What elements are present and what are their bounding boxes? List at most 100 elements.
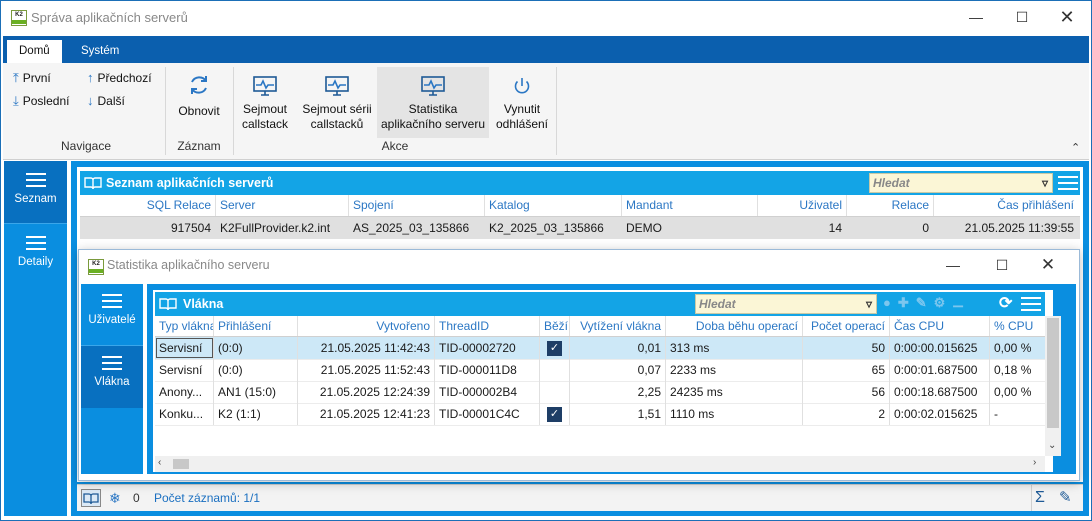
col-spojeni[interactable]: Spojení — [349, 195, 485, 216]
group-separator — [556, 67, 557, 155]
cell-vytizeni: 2,25 — [570, 381, 666, 403]
cell-cas: 0:00:18.687500 — [890, 381, 990, 403]
vertical-scroll-thumb[interactable] — [1047, 318, 1059, 428]
scroll-down-icon[interactable]: ⌄ — [1048, 440, 1056, 451]
dialog-maximize-button[interactable]: ☐ — [979, 250, 1025, 280]
callstack-series-button[interactable]: Sejmout sérii callstacků — [297, 75, 377, 132]
col-prihlaseni[interactable]: Přihlášení — [214, 316, 298, 336]
col-pct-cpu[interactable]: % CPU — [990, 316, 1045, 336]
group-separator — [165, 67, 166, 155]
nav-item-uzivatele[interactable]: Uživatelé — [81, 284, 143, 344]
cell-doba: 1110 ms — [666, 403, 803, 425]
threads-search-input[interactable]: Hledat ▿ — [695, 294, 877, 314]
last-label: Poslední — [22, 94, 70, 108]
col-pocet[interactable]: Počet operací — [803, 316, 890, 336]
threads-panel-header: Vlákna Hledat ▿ ●✚✎⚙⚊ ⟳ — [155, 292, 1045, 316]
table-row[interactable]: Anony... AN1 (15:0) 21.05.2025 12:24:39 TID… — [155, 381, 1045, 404]
table-row[interactable]: Konku... K2 (1:1) 21.05.2025 12:41:23 TID-0… — [155, 403, 1045, 426]
cell-sql-relace: 917504 — [80, 217, 216, 239]
tab-system[interactable]: Systém — [69, 40, 131, 63]
col-typ-vlakna[interactable]: Typ vlákna — [155, 316, 214, 336]
cell-bezi[interactable] — [540, 359, 570, 381]
cell-pocet: 50 — [803, 337, 890, 359]
threads-list-icon — [102, 356, 122, 370]
statistics-dialog: K2 Statistika aplikačního serveru — ☐ ✕ … — [78, 249, 1080, 481]
sum-icon[interactable]: Σ — [1035, 485, 1045, 511]
col-relace[interactable]: Relace — [847, 195, 934, 216]
dialog-minimize-button[interactable]: — — [930, 250, 976, 280]
cell-doba: 2233 ms — [666, 359, 803, 381]
cell-bezi[interactable]: ✓ — [540, 337, 570, 359]
col-bezi[interactable]: Běží — [540, 316, 570, 336]
record-count: Počet záznamů: 1/1 — [154, 491, 261, 505]
dialog-title: Statistika aplikačního serveru — [107, 258, 270, 272]
col-doba[interactable]: Doba běhu operací — [666, 316, 803, 336]
cell-vytizeni: 1,51 — [570, 403, 666, 425]
monitor-pulse-icon — [253, 76, 277, 96]
snowflake-icon[interactable]: ❄ — [109, 485, 121, 511]
nav-item-vlakna[interactable]: Vlákna — [81, 345, 143, 408]
nav-item-seznam-label: Seznam — [14, 193, 57, 205]
cell-typ: Servisní — [155, 337, 214, 359]
cell-bezi[interactable]: ✓ — [540, 403, 570, 425]
table-row[interactable]: Servisní (0:0) 21.05.2025 11:52:43 TID-0000… — [155, 359, 1045, 382]
nav-item-detaily[interactable]: Detaily — [4, 223, 67, 286]
callstack-button[interactable]: Sejmout callstack — [237, 75, 293, 132]
cell-cas-prihlaseni: 21.05.2025 11:39:55 — [964, 221, 1074, 235]
details-icon — [25, 236, 46, 250]
book-icon[interactable] — [81, 489, 101, 507]
col-cas-prihlaseni[interactable]: Čas přihlášení — [934, 195, 1078, 216]
threads-panel-title: Vlákna — [183, 297, 224, 311]
col-sql-relace[interactable]: SQL Relace — [80, 195, 216, 216]
col-vytizeni[interactable]: Vytížení vlákna — [570, 316, 666, 336]
vertical-scrollbar[interactable]: ⌄ — [1045, 316, 1061, 456]
power-icon — [514, 78, 530, 94]
dialog-logo: K2 — [88, 259, 104, 275]
menu-icon[interactable] — [1058, 172, 1078, 194]
monitor-pulse-icon — [325, 76, 349, 96]
refresh-button[interactable]: Obnovit — [171, 73, 227, 119]
minimize-button[interactable]: — — [953, 1, 999, 33]
first-button[interactable]: ⤒ První — [13, 68, 51, 88]
last-button[interactable]: ⤓ Poslední — [13, 91, 69, 111]
cell-prihl: (0:0) — [214, 337, 298, 359]
menu-icon[interactable] — [1021, 293, 1041, 315]
col-mandant[interactable]: Mandant — [622, 195, 758, 216]
tab-domu[interactable]: Domů — [7, 40, 62, 63]
table-row[interactable]: Servisní (0:0) 21.05.2025 11:42:43 TID-0000… — [155, 337, 1045, 360]
refresh-icon[interactable]: ⟳ — [999, 293, 1012, 313]
force-logout-button[interactable]: Vynutit odhlášení — [491, 75, 553, 132]
horizontal-scroll-thumb[interactable] — [173, 459, 189, 469]
edit-icon[interactable]: ✎ — [1059, 485, 1072, 511]
list-search-input[interactable]: Hledat ▿ — [869, 173, 1053, 193]
next-button[interactable]: ↓ Další — [87, 91, 125, 111]
cell-bezi[interactable] — [540, 381, 570, 403]
nav-item-seznam[interactable]: Seznam — [4, 161, 67, 223]
app-logo-text: K2 — [15, 12, 23, 18]
divider — [1031, 485, 1032, 511]
dialog-close-button[interactable]: ✕ — [1025, 250, 1071, 280]
horizontal-scrollbar[interactable]: ‹ › — [155, 456, 1045, 472]
close-button[interactable]: ✕ — [1044, 1, 1090, 33]
status-bar: ❄ 0 Počet záznamů: 1/1 Σ ✎ — [77, 484, 1083, 511]
cell-vytvoreno: 21.05.2025 11:42:43 — [298, 337, 435, 359]
col-threadid[interactable]: ThreadID — [435, 316, 540, 336]
col-katalog[interactable]: Katalog — [485, 195, 622, 216]
nav-item-vlakna-label: Vlákna — [94, 376, 130, 388]
scroll-left-icon[interactable]: ‹ — [158, 457, 161, 468]
previous-button[interactable]: ↑ Předchozí — [87, 68, 152, 88]
cell-vytvoreno: 21.05.2025 11:52:43 — [298, 359, 435, 381]
server-statistics-button[interactable]: Statistika aplikačního serveru — [377, 67, 489, 138]
col-cas-cpu[interactable]: Čas CPU — [890, 316, 990, 336]
table-row[interactable]: 917504 K2FullProvider.k2.int AS_2025_03_… — [80, 217, 1080, 239]
scroll-right-icon[interactable]: › — [1033, 457, 1036, 468]
filter-icon[interactable]: ▿ — [866, 295, 872, 313]
maximize-button[interactable]: ☐ — [999, 1, 1045, 33]
book-icon — [159, 298, 177, 311]
collapse-ribbon-icon[interactable]: ⌃ — [1071, 141, 1080, 154]
filter-icon[interactable]: ▿ — [1042, 174, 1048, 192]
window-title: Správa aplikačních serverů — [31, 10, 188, 25]
col-server[interactable]: Server — [216, 195, 349, 216]
col-vytvoreno[interactable]: Vytvořeno — [298, 316, 435, 336]
col-uzivatel[interactable]: Uživatel — [758, 195, 847, 216]
